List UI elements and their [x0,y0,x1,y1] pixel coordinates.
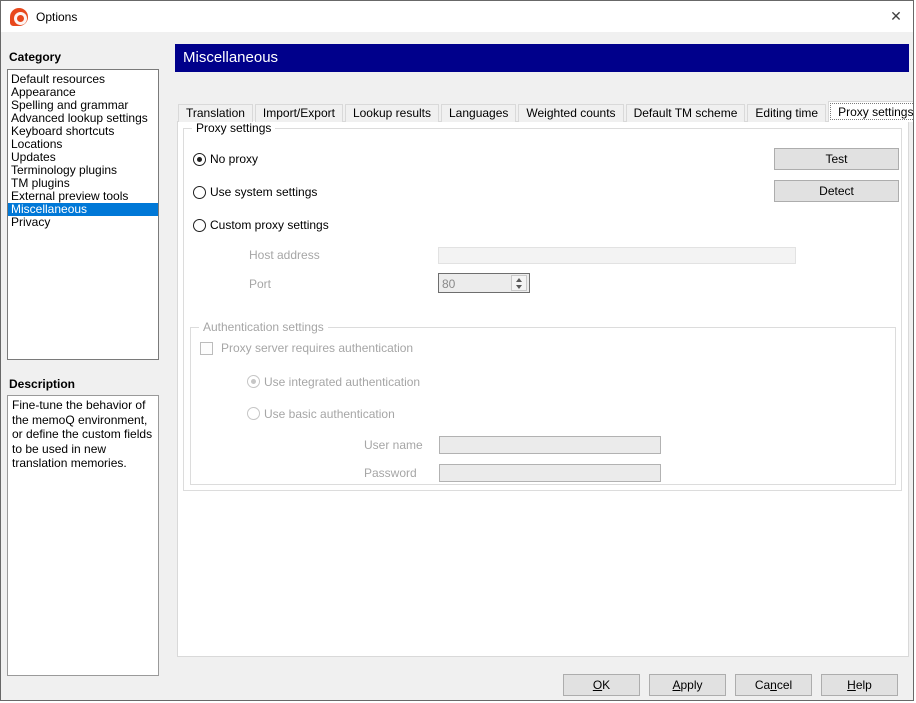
titlebar: Options ✕ [1,1,913,32]
description-label: Description [9,377,75,391]
custom-proxy-settings-label[interactable]: Custom proxy settings [210,219,329,232]
options-dialog: Options ✕ Category Default resourcesAppe… [0,0,914,701]
apply-button[interactable]: Apply [649,674,726,696]
tab-weighted-counts[interactable]: Weighted counts [518,104,623,122]
port-value: 80 [442,277,455,291]
proxy-settings-group: Proxy settings No proxy Use system setti… [183,128,902,491]
proxy-settings-tabpage: Proxy settings No proxy Use system setti… [177,121,909,657]
requires-authentication-label: Proxy server requires authentication [221,342,413,355]
spin-up-icon [512,276,526,283]
password-label: Password [364,467,417,480]
test-button[interactable]: Test [774,148,899,170]
spin-down-icon [512,283,526,290]
port-stepper: 80 [438,273,530,293]
detect-button[interactable]: Detect [774,180,899,202]
category-label: Category [9,50,61,64]
password-input [439,464,661,482]
cancel-button[interactable]: Cancel [735,674,812,696]
proxy-settings-group-label: Proxy settings [192,121,275,135]
tab-import-export[interactable]: Import/Export [255,104,343,122]
category-list[interactable]: Default resourcesAppearanceSpelling and … [7,69,159,360]
use-basic-authentication-label: Use basic authentication [264,408,395,421]
tab-editing-time[interactable]: Editing time [747,104,826,122]
memoq-logo-icon [10,8,28,26]
port-label: Port [249,278,271,291]
window-title: Options [36,10,77,24]
page-title: Miscellaneous [175,44,909,72]
tab-default-tm-scheme[interactable]: Default TM scheme [626,104,746,122]
use-basic-authentication-radio [247,407,260,420]
host-address-label: Host address [249,249,320,262]
tab-translation[interactable]: Translation [178,104,253,122]
authentication-settings-group: Authentication settings Proxy server req… [190,327,896,485]
tabstrip: TranslationImport/ExportLookup resultsLa… [178,101,914,122]
host-address-input [438,247,796,264]
user-name-label: User name [364,439,423,452]
custom-proxy-settings-radio[interactable] [193,219,206,232]
description-box: Fine-tune the behavior of the memoQ envi… [7,395,159,676]
tab-proxy-settings[interactable]: Proxy settings [828,101,914,122]
ok-button[interactable]: OK [563,674,640,696]
use-system-settings-radio[interactable] [193,186,206,199]
use-integrated-authentication-radio [247,375,260,388]
help-button[interactable]: Help [821,674,898,696]
user-name-input [439,436,661,454]
authentication-settings-group-label: Authentication settings [199,320,328,334]
requires-authentication-checkbox [200,342,213,355]
port-spin-buttons [511,275,527,291]
category-item-privacy[interactable]: Privacy [8,216,158,229]
close-icon[interactable]: ✕ [879,1,913,32]
use-system-settings-label[interactable]: Use system settings [210,186,317,199]
tab-lookup-results[interactable]: Lookup results [345,104,439,122]
use-integrated-authentication-label: Use integrated authentication [264,376,420,389]
no-proxy-radio[interactable] [193,153,206,166]
tab-languages[interactable]: Languages [441,104,516,122]
no-proxy-label[interactable]: No proxy [210,153,258,166]
